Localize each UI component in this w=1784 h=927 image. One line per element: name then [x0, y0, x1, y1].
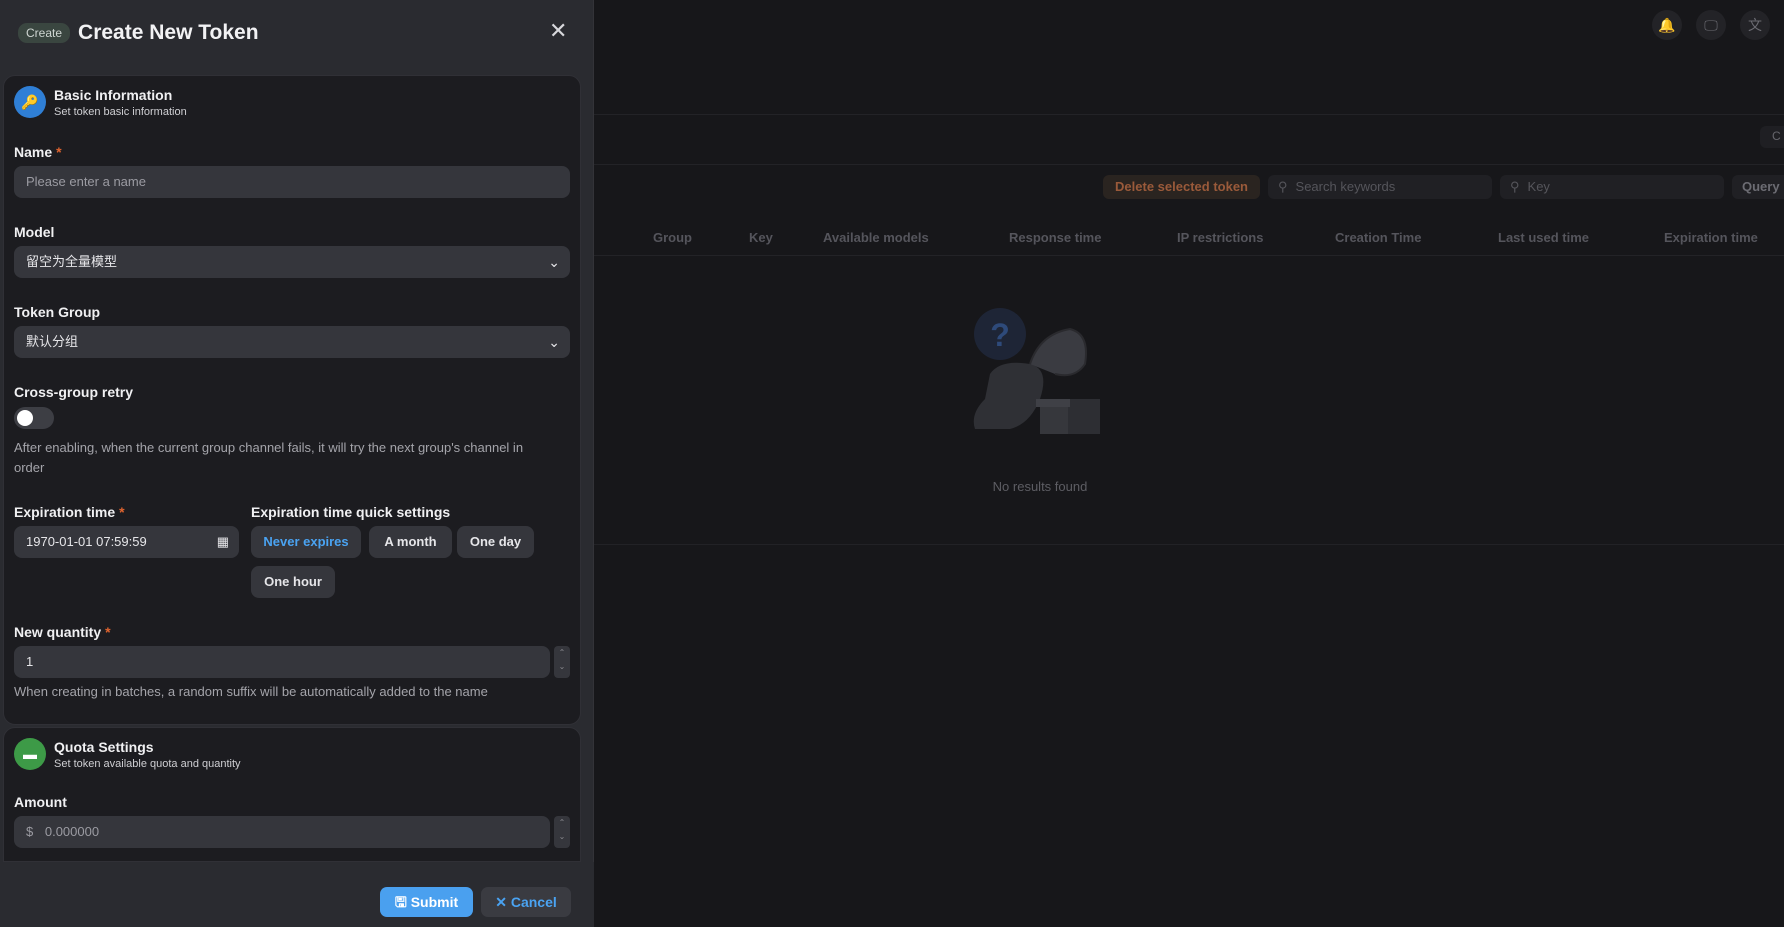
name-input[interactable]: Please enter a name — [14, 166, 570, 198]
empty-state: ? No results found — [960, 304, 1120, 494]
help-line: After enabling, when the current group c… — [14, 440, 524, 455]
divider — [594, 114, 1784, 115]
key-icon: 🔑 — [14, 86, 46, 118]
currency-prefix: $ — [26, 824, 34, 839]
column-header[interactable]: Last used time — [1498, 230, 1589, 245]
chevron-down-icon: ⌄ — [548, 254, 560, 270]
calendar-icon[interactable]: ▦ — [217, 526, 229, 558]
model-label: Model — [14, 224, 55, 240]
quantity-input[interactable]: 1 — [14, 646, 550, 678]
submit-label: Submit — [410, 894, 459, 910]
card-title: Basic Information — [54, 86, 173, 103]
close-icon[interactable]: ✕ — [549, 18, 567, 44]
credit-card-icon: ▬ — [14, 738, 46, 770]
amount-label: Amount — [14, 794, 67, 810]
never-expires-button[interactable]: Never expires — [251, 526, 361, 558]
quantity-label-text: New quantity — [14, 624, 102, 640]
empty-illustration-icon: ? — [973, 308, 1100, 434]
column-header[interactable]: Expiration time — [1664, 230, 1758, 245]
name-label-text: Name — [14, 144, 53, 160]
amount-stepper[interactable]: ⌃ ⌄ — [554, 816, 570, 848]
svg-text:?: ? — [990, 317, 1010, 353]
divider — [594, 544, 1784, 545]
cancel-label: Cancel — [510, 894, 557, 910]
column-header[interactable]: Key — [749, 230, 773, 245]
quick-settings-label: Expiration time quick settings — [251, 504, 451, 520]
card-header: 🔑 Basic Information Set token basic info… — [14, 86, 187, 118]
search-icon: ⚲ — [1510, 179, 1520, 194]
model-value: 留空为全量模型 — [26, 254, 118, 269]
column-header[interactable]: IP restrictions — [1177, 230, 1263, 245]
cancel-button[interactable]: ✕ Cancel — [481, 887, 571, 917]
expiration-label: Expiration time * — [14, 504, 125, 520]
search-placeholder: Search keywords — [1295, 179, 1396, 194]
card-header: ▬ Quota Settings Set token available quo… — [14, 738, 241, 770]
key-placeholder: Key — [1527, 179, 1550, 194]
quantity-help: When creating in batches, a random suffi… — [14, 684, 488, 699]
close-icon: ✕ — [495, 894, 511, 910]
one-hour-button[interactable]: One hour — [251, 566, 335, 598]
create-token-panel: Create Create New Token ✕ 🔑 Basic Inform… — [0, 0, 594, 927]
help-line: order — [14, 460, 45, 475]
model-select[interactable]: 留空为全量模型 ⌄ — [14, 246, 570, 278]
card-subtitle: Set token available quota and quantity — [54, 757, 241, 770]
query-button[interactable]: Query — [1732, 175, 1784, 199]
expiration-label-text: Expiration time — [14, 504, 116, 520]
quantity-label: New quantity * — [14, 624, 111, 640]
group-label: Token Group — [14, 304, 101, 320]
side-button[interactable]: C — [1760, 126, 1784, 148]
group-select[interactable]: 默认分组 ⌄ — [14, 326, 570, 358]
panel-footer: 🖫 Submit ✕ Cancel — [0, 862, 594, 927]
top-icons: 🔔 🖵 文 — [1652, 10, 1770, 40]
chevron-down-icon: ⌄ — [548, 334, 560, 350]
required-mark: * — [119, 504, 125, 520]
column-header[interactable]: Response time — [1009, 230, 1101, 245]
key-input[interactable]: ⚲ Key — [1500, 175, 1724, 199]
search-input[interactable]: ⚲ Search keywords — [1268, 175, 1492, 199]
group-value: 默认分组 — [26, 334, 79, 349]
panel-header: Create Create New Token — [0, 0, 593, 66]
retry-toggle[interactable] — [14, 407, 54, 429]
amount-placeholder: 0.000000 — [44, 824, 100, 839]
column-header[interactable]: Creation Time — [1335, 230, 1421, 245]
one-day-button[interactable]: One day — [457, 526, 534, 558]
expiration-value: 1970-01-01 07:59:59 — [26, 534, 147, 549]
empty-text: No results found — [992, 479, 1088, 494]
card-subtitle: Set token basic information — [54, 105, 187, 118]
retry-help: After enabling, when the current group c… — [14, 438, 580, 478]
translate-icon[interactable]: 文 — [1740, 10, 1770, 40]
basic-info-card: 🔑 Basic Information Set token basic info… — [3, 75, 581, 725]
required-mark: * — [105, 624, 111, 640]
quantity-stepper[interactable]: ⌃ ⌄ — [554, 646, 570, 678]
table-header: Group Key Available models Response time… — [594, 222, 1784, 256]
amount-input[interactable]: $ 0.000000 — [14, 816, 550, 848]
name-label: Name * — [14, 144, 62, 160]
divider — [594, 164, 1784, 165]
monitor-icon[interactable]: 🖵 — [1696, 10, 1726, 40]
card-title: Quota Settings — [54, 738, 154, 755]
expiration-date-input[interactable]: 1970-01-01 07:59:59 ▦ — [14, 526, 239, 558]
bell-icon[interactable]: 🔔 — [1652, 10, 1682, 40]
delete-selected-button[interactable]: Delete selected token — [1103, 175, 1260, 199]
submit-button[interactable]: 🖫 Submit — [380, 887, 473, 917]
column-header[interactable]: Group — [653, 230, 692, 245]
search-icon: ⚲ — [1278, 179, 1288, 194]
save-icon: 🖫 — [394, 894, 411, 910]
required-mark: * — [56, 144, 62, 160]
quota-settings-card: ▬ Quota Settings Set token available quo… — [3, 727, 581, 862]
panel-title: Create New Token — [78, 21, 259, 44]
toggle-knob — [17, 410, 33, 426]
retry-label: Cross-group retry — [14, 384, 134, 400]
a-month-button[interactable]: A month — [369, 526, 452, 558]
toolbar: Delete selected token ⚲ Search keywords … — [1103, 175, 1784, 199]
column-header[interactable]: Available models — [823, 230, 929, 245]
mode-tag: Create — [18, 23, 71, 43]
